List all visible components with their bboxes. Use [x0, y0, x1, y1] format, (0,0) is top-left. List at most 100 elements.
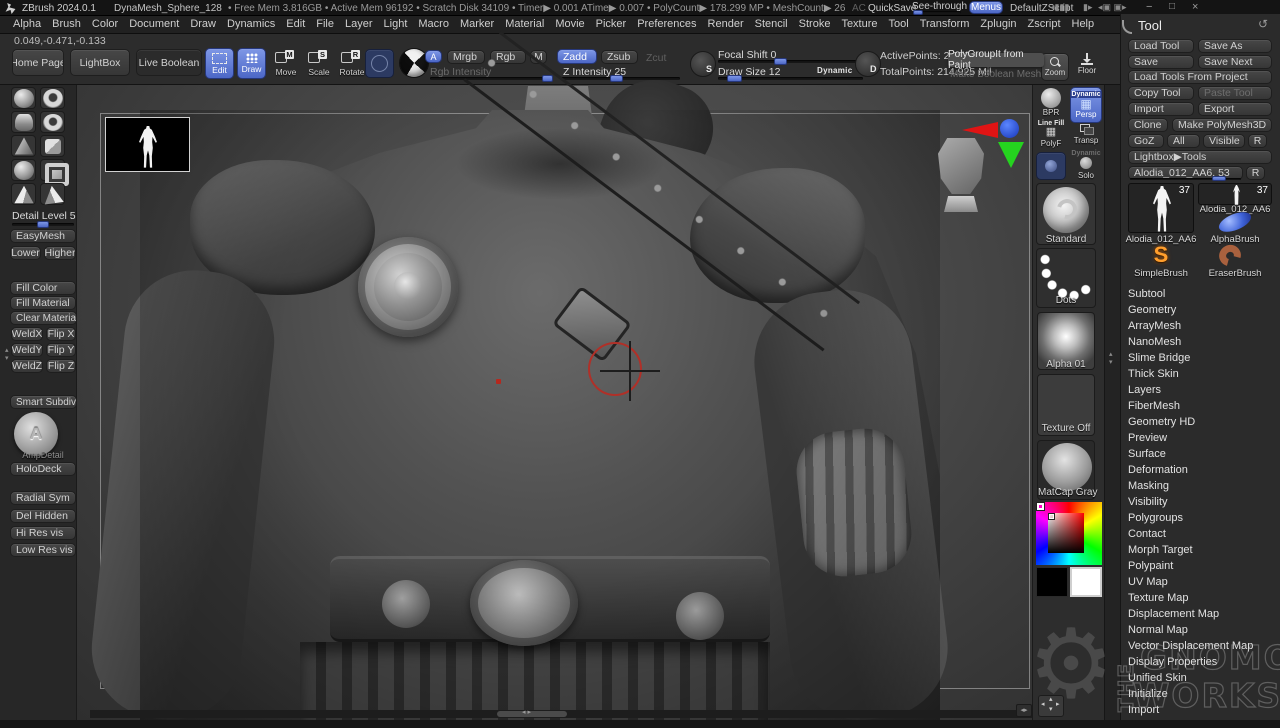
higher-button[interactable]: Higher	[44, 246, 76, 260]
tool-section[interactable]: Preview	[1122, 430, 1278, 446]
primitive-torus-icon[interactable]	[40, 111, 65, 133]
tool-section[interactable]: Normal Map	[1122, 622, 1278, 638]
see-through-slider-handle[interactable]	[913, 10, 923, 15]
tray-divider[interactable]: ▴▾	[1104, 85, 1120, 720]
tool-section[interactable]: Import	[1122, 702, 1278, 718]
current-material-thumbnail[interactable]	[400, 49, 428, 77]
fill-color-button[interactable]: Fill Color	[10, 281, 76, 295]
move-button[interactable]: M Move	[272, 50, 300, 80]
color-picker-hue[interactable]	[1036, 502, 1102, 565]
canvas-resize-grip[interactable]: ◂▸	[1016, 704, 1032, 717]
draw-button[interactable]: Draw	[237, 48, 266, 79]
restore-button[interactable]: □	[1169, 1, 1175, 12]
tool-section[interactable]: Displacement Map	[1122, 606, 1278, 622]
zsub-button[interactable]: Zsub	[601, 50, 638, 64]
menubar-item[interactable]: Render	[707, 18, 745, 33]
current-texture-thumbnail[interactable]: Texture Off	[1037, 374, 1095, 436]
primary-color-swatch[interactable]	[1070, 567, 1102, 597]
simplebrush-icon[interactable]: S	[1146, 243, 1176, 267]
fill-material-button[interactable]: Fill Material	[10, 296, 76, 310]
primitive-tube-icon[interactable]	[40, 87, 65, 109]
primitive-cylinder-icon[interactable]	[11, 111, 36, 133]
draw-size-handle[interactable]	[727, 75, 742, 82]
tool-section[interactable]: UV Map	[1122, 574, 1278, 590]
holodeck-button[interactable]: HoloDeck	[10, 462, 76, 476]
tool-section[interactable]: Slime Bridge	[1122, 350, 1278, 366]
tool-section[interactable]: NanoMesh	[1122, 334, 1278, 350]
minimize-button[interactable]: −	[1146, 1, 1152, 13]
tablet-toggle-icons[interactable]: ◂▣ ▣▸	[1098, 2, 1127, 13]
make-polymesh3d-button[interactable]: Make PolyMesh3D	[1172, 118, 1272, 132]
tool-section[interactable]: Initialize	[1122, 686, 1278, 702]
transp-button[interactable]: Transp	[1070, 124, 1102, 148]
save-as-button[interactable]: Save As	[1198, 39, 1272, 53]
z-intensity-handle[interactable]	[610, 75, 623, 82]
primitive-pyramid-icon[interactable]	[11, 183, 36, 205]
floor-button[interactable]: Floor	[1073, 53, 1101, 81]
menubar-item[interactable]: Edit	[285, 18, 306, 33]
active-tool-r-button[interactable]: R	[1246, 166, 1265, 180]
timeline-controls-icon[interactable]: ◂▮▮▮	[1050, 2, 1069, 13]
low-res-vis-button[interactable]: Low Res vis	[10, 543, 76, 557]
left-tray-divider-arrows[interactable]: ▴▾	[5, 346, 9, 362]
polyf-button[interactable]: Line Fill ▦ PolyF	[1036, 120, 1066, 148]
horizontal-scrollbar[interactable]: ◂ ▸	[90, 710, 1032, 718]
tool-section[interactable]: Vector Displacement Map	[1122, 638, 1278, 654]
current-alpha-thumbnail[interactable]: Alpha 01	[1037, 312, 1095, 370]
primitive-ball-icon[interactable]	[11, 159, 36, 181]
menubar-item[interactable]: Picker	[595, 18, 628, 33]
draw-size-slider[interactable]	[718, 77, 863, 80]
nav-pad[interactable]: ◂ ▸ ▴ ▾	[1038, 695, 1064, 717]
zadd-button[interactable]: Zadd	[557, 49, 597, 64]
smart-subdiv-button[interactable]: Smart Subdiv	[10, 395, 77, 409]
menubar-item[interactable]: Layer	[344, 18, 374, 33]
current-material-tray-thumbnail[interactable]: MatCap Gray	[1037, 440, 1095, 500]
primitive-sphere-icon[interactable]	[11, 87, 36, 109]
sculptris-pro-toggle[interactable]	[365, 49, 394, 78]
flip-z-button[interactable]: Flip Z	[46, 359, 76, 373]
tool-section[interactable]: Subtool	[1122, 286, 1278, 302]
tool-section[interactable]: Geometry	[1122, 302, 1278, 318]
tool-section[interactable]: Unified Skin	[1122, 670, 1278, 686]
tool-section[interactable]: Contact	[1122, 526, 1278, 542]
tool-section[interactable]: Geometry HD	[1122, 414, 1278, 430]
tool-section[interactable]: Texture Map	[1122, 590, 1278, 606]
bpr-button[interactable]: BPR	[1036, 88, 1066, 120]
menubar-item[interactable]: Marker	[459, 18, 495, 33]
a-toggle-button[interactable]: A	[425, 50, 442, 63]
lightbox-tools-button[interactable]: Lightbox▶Tools	[1128, 150, 1272, 164]
dynamic-label[interactable]: Dynamic	[817, 66, 852, 75]
flip-x-button[interactable]: Flip X	[46, 327, 76, 341]
home-page-button[interactable]: Home Page	[12, 49, 64, 76]
copy-tool-button[interactable]: Copy Tool	[1128, 86, 1194, 100]
save-next-button[interactable]: Save Next	[1198, 55, 1272, 69]
color-picker-sv[interactable]	[1048, 513, 1084, 553]
tool-section[interactable]: Surface	[1122, 446, 1278, 462]
menubar-item[interactable]: Light	[383, 18, 409, 33]
solo-button[interactable]: Dynamic Solo	[1070, 150, 1102, 180]
menubar-item[interactable]: Color	[91, 18, 119, 33]
menubar-item[interactable]: Zplugin	[979, 18, 1017, 33]
tool-section[interactable]: Morph Target	[1122, 542, 1278, 558]
zoom-button[interactable]: Zoom	[1041, 53, 1069, 81]
recent-tool-thumbnail[interactable]: 37	[1198, 183, 1272, 205]
focal-shift-handle[interactable]	[774, 58, 787, 65]
tool-section[interactable]: Thick Skin	[1122, 366, 1278, 382]
palette-refresh-icon[interactable]: ↺	[1258, 17, 1268, 31]
goz-button[interactable]: GoZ	[1128, 134, 1164, 148]
export-button[interactable]: Export	[1198, 102, 1272, 116]
tool-section[interactable]: Deformation	[1122, 462, 1278, 478]
easymesh-button[interactable]: EasyMesh	[10, 229, 76, 243]
see-through-slider[interactable]	[913, 11, 961, 14]
hi-res-vis-button[interactable]: Hi Res vis	[10, 526, 76, 540]
primitive-cube-icon[interactable]	[40, 135, 65, 157]
sv-selector[interactable]	[1049, 514, 1054, 519]
primitive-prism-icon[interactable]	[40, 183, 65, 205]
depth-mode-icon[interactable]: D	[855, 51, 881, 77]
menubar-item[interactable]: Movie	[554, 18, 585, 33]
alphabrush-thumbnail[interactable]	[1214, 212, 1256, 234]
secondary-color-swatch[interactable]	[1036, 567, 1068, 597]
weldx-button[interactable]: WeldX	[11, 327, 43, 341]
primitive-cone-icon[interactable]	[11, 135, 36, 157]
stroke-type-icon[interactable]: S	[690, 51, 716, 77]
